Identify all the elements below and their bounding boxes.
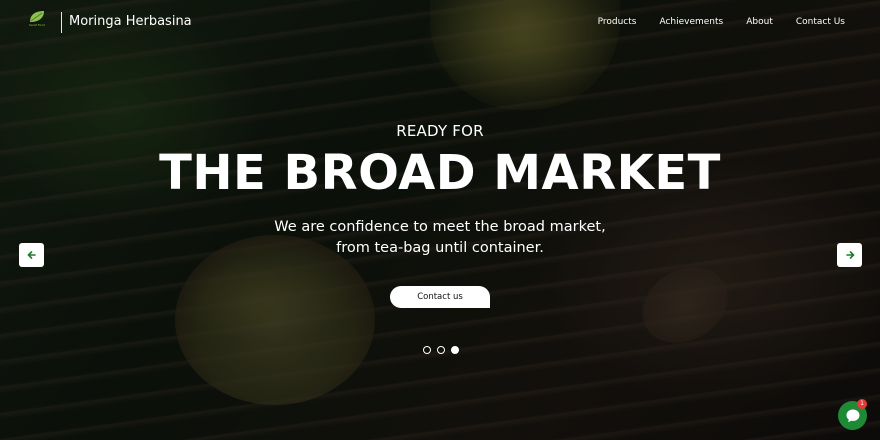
hero-subtext-line-1: We are confidence to meet the broad mark… [274, 219, 606, 235]
arrow-right-icon [845, 251, 855, 259]
leaf-icon [30, 11, 44, 22]
arrow-left-icon [26, 251, 36, 259]
nav-achievements[interactable]: Achievements [659, 17, 723, 27]
site-name[interactable]: Moringa Herbasina [69, 14, 192, 29]
chat-bubble-icon [846, 409, 859, 422]
contact-us-button[interactable]: Contact us [390, 286, 490, 308]
chat-badge: 1 [857, 399, 867, 409]
slide-dot-2[interactable] [437, 346, 445, 354]
hero-subtext-line-2: from tea-bag until container. [336, 240, 544, 256]
hero-slider: Saraf Food Moringa Herbasina Products Ac… [0, 0, 880, 440]
main-nav: Products Achievements About Contact Us [598, 17, 845, 27]
nav-contact-us[interactable]: Contact Us [796, 17, 845, 27]
nav-about[interactable]: About [746, 17, 773, 27]
hero-headline: THE BROAD MARKET [159, 145, 721, 201]
logo[interactable]: Saraf Food [24, 10, 50, 34]
chat-button[interactable]: 1 [838, 399, 867, 430]
slide-dot-1[interactable] [423, 346, 431, 354]
hero-subtext: We are confidence to meet the broad mark… [0, 217, 880, 259]
next-slide-button[interactable] [837, 243, 862, 267]
slide-dot-3[interactable] [451, 346, 459, 354]
slide-indicators [423, 346, 459, 354]
logo-divider [61, 12, 62, 33]
hero-kicker: READY FOR [396, 122, 484, 140]
logo-text: Saraf Food [28, 23, 46, 27]
nav-products[interactable]: Products [598, 17, 637, 27]
prev-slide-button[interactable] [19, 243, 44, 267]
site-header: Saraf Food Moringa Herbasina Products Ac… [0, 0, 880, 44]
